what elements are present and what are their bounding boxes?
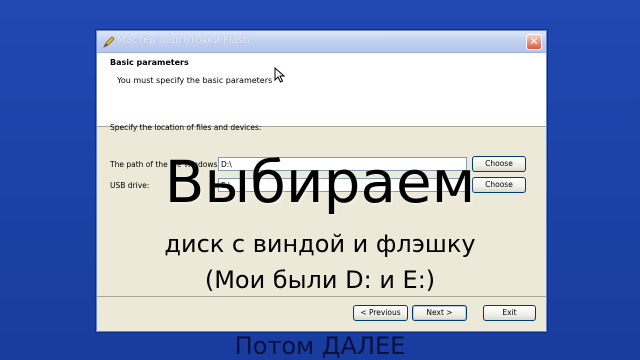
intro-label: Specify the location of files and device… bbox=[110, 123, 262, 132]
title-bar[interactable]: Мастер подготовки Flash ✕ bbox=[97, 31, 546, 53]
header-subtitle: You must specify the basic parameters bbox=[117, 76, 273, 85]
exit-button[interactable]: Exit bbox=[483, 305, 536, 321]
window-title: Мастер подготовки Flash bbox=[117, 35, 250, 46]
next-button[interactable]: Next > bbox=[412, 305, 467, 321]
close-button[interactable]: ✕ bbox=[526, 34, 542, 50]
close-icon: ✕ bbox=[529, 35, 539, 48]
pen-icon bbox=[102, 34, 116, 48]
footer-divider bbox=[97, 296, 546, 297]
header-panel: Basic parameters You must specify the ba… bbox=[97, 53, 546, 127]
mouse-pointer-icon bbox=[274, 66, 286, 83]
previous-button[interactable]: < Previous bbox=[353, 305, 408, 321]
header-title: Basic parameters bbox=[110, 58, 189, 67]
overlay-caption-line2: (Мои были D: и E:) bbox=[204, 266, 436, 294]
overlay-caption-bottom: Потом ДАЛЕЕ bbox=[234, 332, 406, 360]
overlay-caption-line1: диск с виндой и флэшку bbox=[164, 230, 476, 258]
overlay-caption-main: Выбираем bbox=[164, 148, 476, 216]
